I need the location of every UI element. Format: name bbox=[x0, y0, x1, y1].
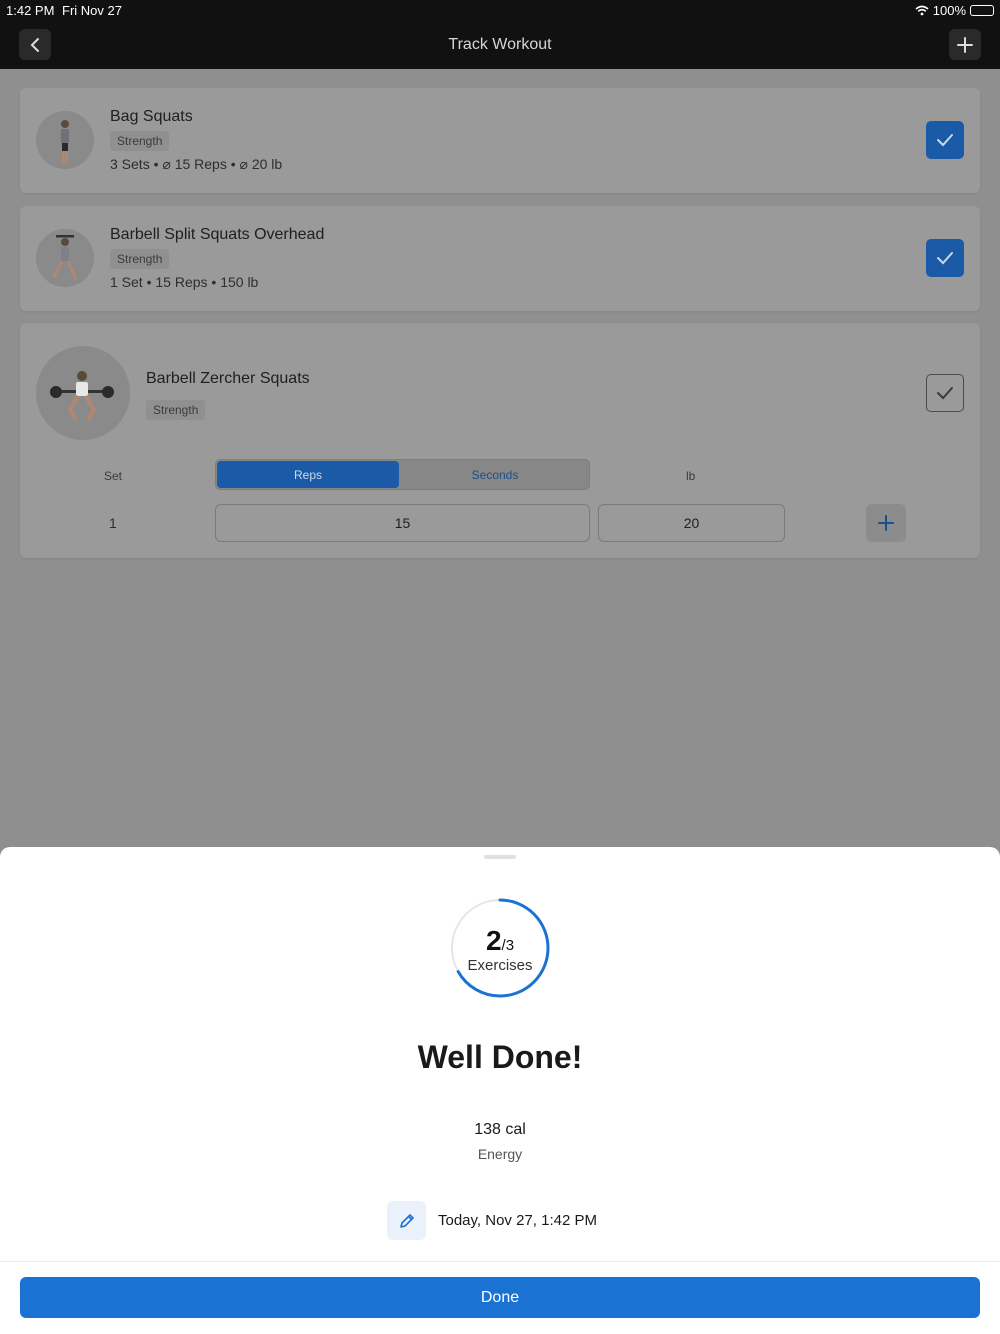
energy-label: Energy bbox=[477, 1146, 523, 1162]
sheet-grabber[interactable] bbox=[484, 855, 516, 859]
exercise-summary: 3 Sets • ⌀ 15 Reps • ⌀ 20 lb bbox=[110, 156, 283, 172]
complete-checkbox[interactable] bbox=[926, 239, 964, 277]
page-title: Track Workout bbox=[448, 36, 552, 53]
divider bbox=[0, 1261, 1000, 1262]
reps-seconds-toggle: Reps Seconds bbox=[215, 459, 590, 490]
reps-input[interactable]: 15 bbox=[215, 504, 590, 542]
nav-bar: Track Workout bbox=[0, 22, 1000, 69]
workout-complete-sheet: 2/3 Exercises Well Done! 138 cal Energy … bbox=[0, 847, 1000, 1334]
battery-icon bbox=[970, 5, 994, 16]
checkmark-icon bbox=[937, 387, 953, 400]
exercise-name: Bag Squats bbox=[110, 108, 193, 125]
exercise-thumbnail bbox=[36, 346, 130, 440]
exercise-card[interactable]: Bag Squats Strength 3 Sets • ⌀ 15 Reps •… bbox=[20, 88, 980, 193]
exercise-thumbnail bbox=[36, 229, 94, 287]
wifi-icon bbox=[915, 5, 929, 16]
category-tag: Strength bbox=[110, 249, 170, 269]
done-button[interactable]: Done bbox=[20, 1277, 980, 1318]
exercise-thumbnail bbox=[36, 111, 94, 169]
complete-checkbox[interactable] bbox=[926, 374, 964, 412]
status-time: 1:42 PM bbox=[6, 3, 55, 18]
workout-date: Today, Nov 27, 1:42 PM bbox=[438, 1212, 597, 1229]
plus-icon bbox=[957, 36, 973, 53]
complete-checkbox[interactable] bbox=[926, 121, 964, 159]
exercise-summary: 1 Set • 15 Reps • 150 lb bbox=[110, 274, 259, 290]
progress-total: /3 bbox=[501, 937, 515, 954]
weight-input[interactable]: 20 bbox=[598, 504, 785, 542]
set-column-header: Set bbox=[104, 469, 123, 483]
completion-headline: Well Done! bbox=[417, 1039, 583, 1075]
progress-label: Exercises bbox=[467, 957, 533, 974]
status-bar: 1:42 PM Fri Nov 27 100% bbox=[0, 0, 1000, 22]
workout-list: Bag Squats Strength 3 Sets • ⌀ 15 Reps •… bbox=[0, 69, 1000, 847]
set-number: 1 bbox=[109, 515, 117, 531]
progress-count: 2/3 bbox=[0, 925, 1000, 957]
exercise-name: Barbell Zercher Squats bbox=[146, 370, 310, 387]
checkmark-icon bbox=[937, 134, 953, 147]
exercise-card-expanded: Barbell Zercher Squats Strength Set Reps… bbox=[20, 323, 980, 558]
category-tag: Strength bbox=[146, 400, 206, 420]
pencil-icon bbox=[399, 1213, 414, 1228]
reps-segment[interactable]: Reps bbox=[217, 461, 399, 488]
energy-value: 138 cal bbox=[474, 1121, 526, 1138]
add-set-button[interactable] bbox=[866, 504, 906, 542]
category-tag: Strength bbox=[110, 131, 170, 151]
exercise-card[interactable]: Barbell Split Squats Overhead Strength 1… bbox=[20, 206, 980, 311]
plus-icon bbox=[878, 515, 894, 531]
status-right: 100% bbox=[915, 3, 994, 18]
battery-percent: 100% bbox=[932, 3, 966, 18]
status-date: Fri Nov 27 bbox=[62, 3, 122, 18]
weight-column-header: lb bbox=[686, 469, 696, 483]
seconds-segment[interactable]: Seconds bbox=[401, 461, 589, 488]
edit-date-button[interactable] bbox=[387, 1201, 426, 1240]
exercise-name: Barbell Split Squats Overhead bbox=[110, 226, 325, 243]
progress-done: 2 bbox=[485, 925, 502, 956]
add-exercise-button[interactable] bbox=[949, 29, 981, 60]
checkmark-icon bbox=[937, 252, 953, 265]
